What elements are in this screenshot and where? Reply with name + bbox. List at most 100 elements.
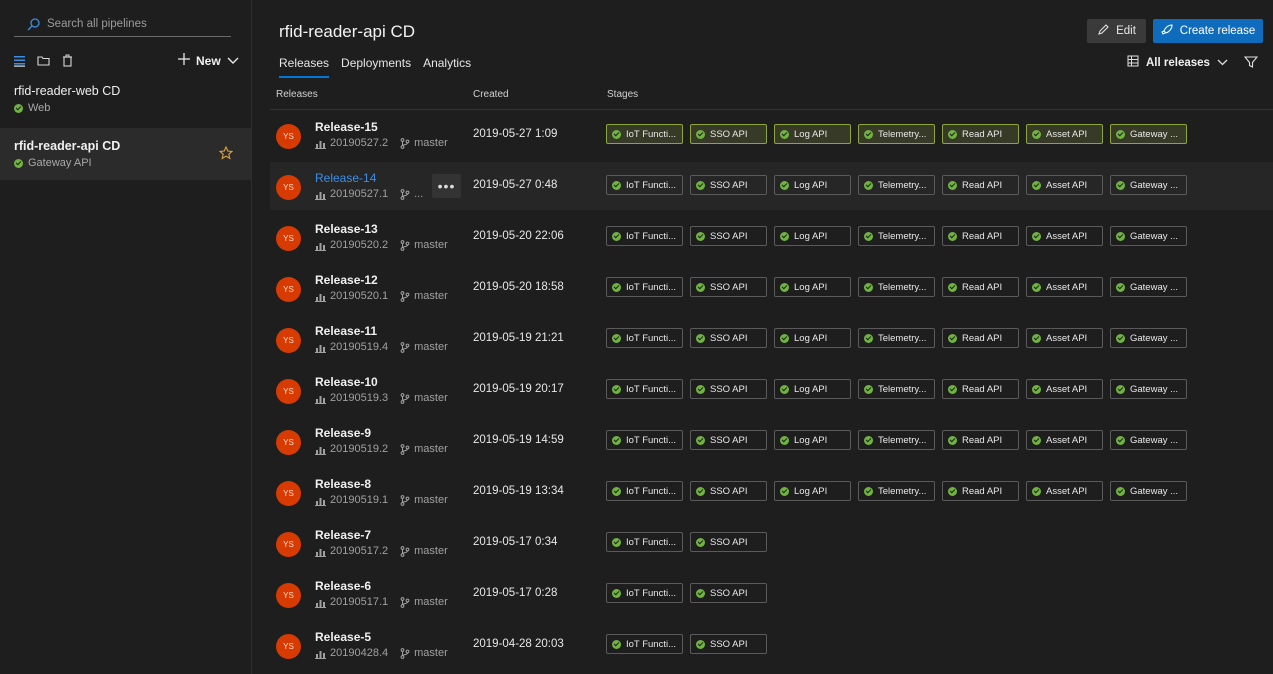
stage-badge[interactable]: Log API xyxy=(774,328,851,348)
release-name-link[interactable]: Release-6 xyxy=(315,579,371,593)
search-box[interactable] xyxy=(14,12,231,37)
release-filter-dropdown[interactable]: All releases xyxy=(1127,55,1228,70)
star-icon[interactable] xyxy=(218,145,234,163)
stage-badge[interactable]: SSO API xyxy=(690,226,767,246)
stage-badge[interactable]: Gateway ... xyxy=(1110,328,1187,348)
stage-badge[interactable]: IoT Functi... xyxy=(606,226,683,246)
stage-badge[interactable]: Read API xyxy=(942,481,1019,501)
stage-badge[interactable]: Telemetry... xyxy=(858,379,935,399)
stage-badge[interactable]: Asset API xyxy=(1026,379,1103,399)
release-row[interactable]: YS Release-12 20190520.1 master 2019-05-… xyxy=(270,264,1273,312)
stage-badge[interactable]: IoT Functi... xyxy=(606,328,683,348)
stage-badge[interactable]: Telemetry... xyxy=(858,175,935,195)
stage-badge[interactable]: SSO API xyxy=(690,532,767,552)
stage-badge[interactable]: Read API xyxy=(942,124,1019,144)
stage-badge[interactable]: Asset API xyxy=(1026,226,1103,246)
release-row[interactable]: YS Release-5 20190428.4 master 2019-04-2… xyxy=(270,621,1273,669)
release-name-link[interactable]: Release-8 xyxy=(315,477,371,491)
stage-badge[interactable]: Asset API xyxy=(1026,328,1103,348)
stage-badge[interactable]: IoT Functi... xyxy=(606,124,683,144)
stage-badge[interactable]: IoT Functi... xyxy=(606,583,683,603)
stage-badge[interactable]: IoT Functi... xyxy=(606,532,683,552)
stage-badge[interactable]: SSO API xyxy=(690,583,767,603)
pipeline-item-api[interactable]: rfid-reader-api CD Gateway API xyxy=(0,128,251,180)
create-release-button[interactable]: Create release xyxy=(1153,19,1263,43)
stage-badge[interactable]: Read API xyxy=(942,328,1019,348)
stage-badge[interactable]: Telemetry... xyxy=(858,277,935,297)
stage-badge[interactable]: Read API xyxy=(942,175,1019,195)
release-name-link[interactable]: Release-9 xyxy=(315,426,371,440)
stage-badge[interactable]: Read API xyxy=(942,379,1019,399)
release-name-link[interactable]: Release-11 xyxy=(315,324,377,338)
stage-badge[interactable]: Telemetry... xyxy=(858,481,935,501)
stage-badge[interactable]: Asset API xyxy=(1026,175,1103,195)
stage-badge[interactable]: IoT Functi... xyxy=(606,634,683,654)
stage-badge[interactable]: Asset API xyxy=(1026,124,1103,144)
stage-badge[interactable]: Gateway ... xyxy=(1110,124,1187,144)
search-input[interactable] xyxy=(47,18,217,30)
stage-badge[interactable]: Log API xyxy=(774,175,851,195)
stage-badge[interactable]: Gateway ... xyxy=(1110,481,1187,501)
release-row[interactable]: YS Release-7 20190517.2 master 2019-05-1… xyxy=(270,519,1273,567)
stage-badge[interactable]: SSO API xyxy=(690,481,767,501)
stage-badge[interactable]: SSO API xyxy=(690,175,767,195)
release-row[interactable]: YS Release-6 20190517.1 master 2019-05-1… xyxy=(270,570,1273,618)
release-name-link[interactable]: Release-10 xyxy=(315,375,378,389)
stage-badge[interactable]: Gateway ... xyxy=(1110,430,1187,450)
stage-badge[interactable]: Read API xyxy=(942,226,1019,246)
deleted-view-icon[interactable] xyxy=(61,54,74,67)
stage-badge[interactable]: Gateway ... xyxy=(1110,277,1187,297)
stage-badge[interactable]: IoT Functi... xyxy=(606,277,683,297)
stage-badge[interactable]: IoT Functi... xyxy=(606,175,683,195)
release-row[interactable]: YS Release-9 20190519.2 master 2019-05-1… xyxy=(270,417,1273,465)
stage-badge[interactable]: SSO API xyxy=(690,124,767,144)
stage-badge[interactable]: Log API xyxy=(774,430,851,450)
stage-badge[interactable]: Log API xyxy=(774,481,851,501)
new-pipeline-button[interactable]: New xyxy=(178,53,239,68)
stage-badge[interactable]: IoT Functi... xyxy=(606,430,683,450)
tab-analytics[interactable]: Analytics xyxy=(423,56,471,78)
stage-badge[interactable]: Telemetry... xyxy=(858,430,935,450)
stage-badge[interactable]: Telemetry... xyxy=(858,226,935,246)
release-row[interactable]: YS Release-11 20190519.4 master 2019-05-… xyxy=(270,315,1273,363)
folder-view-icon[interactable] xyxy=(37,54,50,67)
stage-badge[interactable]: Asset API xyxy=(1026,277,1103,297)
release-name-link[interactable]: Release-14 xyxy=(315,171,376,185)
release-name-link[interactable]: Release-12 xyxy=(315,273,378,287)
release-name-link[interactable]: Release-7 xyxy=(315,528,371,542)
stage-badge[interactable]: Log API xyxy=(774,124,851,144)
filter-icon[interactable] xyxy=(1243,55,1259,72)
stage-badge[interactable]: Gateway ... xyxy=(1110,175,1187,195)
stage-badge[interactable]: Gateway ... xyxy=(1110,379,1187,399)
tab-deployments[interactable]: Deployments xyxy=(341,56,411,78)
release-name-link[interactable]: Release-15 xyxy=(315,120,378,134)
stage-badge[interactable]: SSO API xyxy=(690,430,767,450)
pipeline-item-web[interactable]: rfid-reader-web CD Web xyxy=(0,84,251,124)
stage-badge[interactable]: Gateway ... xyxy=(1110,226,1187,246)
stage-badge[interactable]: Telemetry... xyxy=(858,328,935,348)
tab-releases[interactable]: Releases xyxy=(279,56,330,78)
release-row[interactable]: YS Release-8 20190519.1 master 2019-05-1… xyxy=(270,468,1273,516)
stage-badge[interactable]: Read API xyxy=(942,430,1019,450)
stage-badge[interactable]: Telemetry... xyxy=(858,124,935,144)
stage-badge[interactable]: Read API xyxy=(942,277,1019,297)
stage-badge[interactable]: Asset API xyxy=(1026,430,1103,450)
release-row[interactable]: YS Release-13 20190520.2 master 2019-05-… xyxy=(270,213,1273,261)
stage-badge[interactable]: Log API xyxy=(774,226,851,246)
stage-badge[interactable]: Asset API xyxy=(1026,481,1103,501)
release-row[interactable]: YS Release-15 20190527.2 master 2019-05-… xyxy=(270,111,1273,159)
release-name-link[interactable]: Release-5 xyxy=(315,630,371,644)
stage-badge[interactable]: Log API xyxy=(774,379,851,399)
release-name-link[interactable]: Release-13 xyxy=(315,222,378,236)
more-actions-button[interactable]: ••• xyxy=(432,174,461,198)
stage-badge[interactable]: SSO API xyxy=(690,634,767,654)
stage-badge[interactable]: Log API xyxy=(774,277,851,297)
release-row[interactable]: YS Release-14 20190527.1 ... ••• 2019-05… xyxy=(270,162,1273,210)
list-view-icon[interactable] xyxy=(13,54,26,67)
stage-badge[interactable]: SSO API xyxy=(690,277,767,297)
stage-badge[interactable]: IoT Functi... xyxy=(606,481,683,501)
edit-button[interactable]: Edit xyxy=(1087,19,1146,43)
stage-badge[interactable]: SSO API xyxy=(690,328,767,348)
stage-badge[interactable]: IoT Functi... xyxy=(606,379,683,399)
stage-badge[interactable]: SSO API xyxy=(690,379,767,399)
